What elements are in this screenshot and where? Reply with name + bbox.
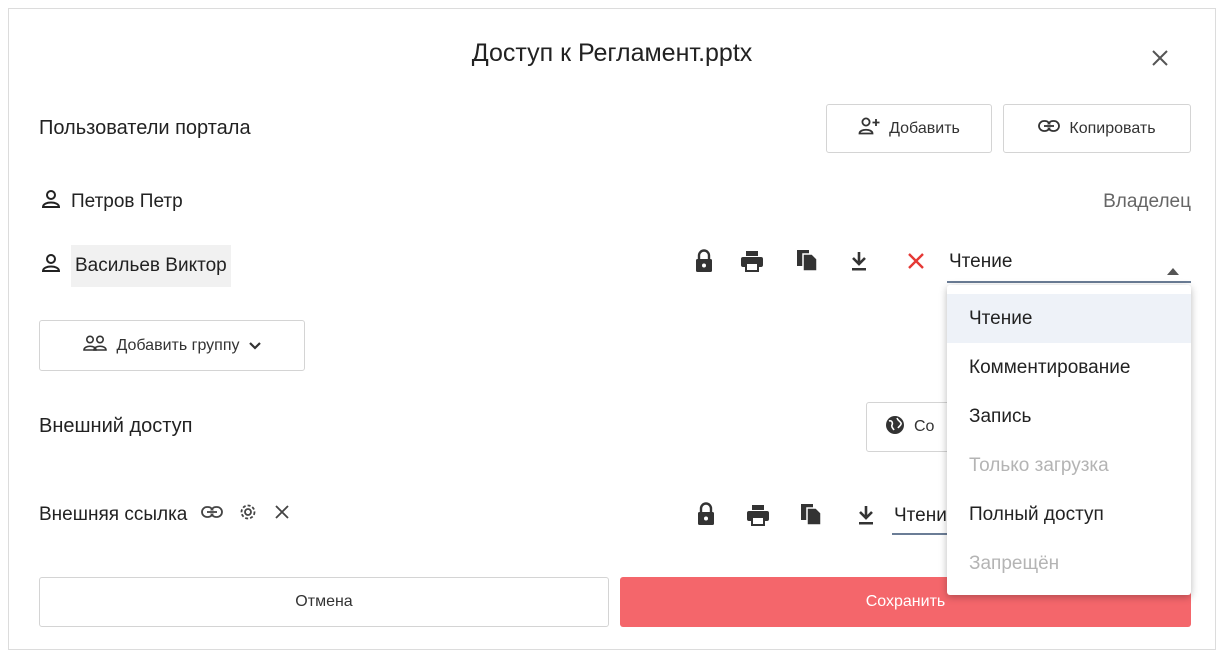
- group-icon: [83, 335, 108, 356]
- add-user-icon: [858, 117, 880, 140]
- add-user-label: Добавить: [889, 119, 960, 137]
- dropdown-option-read[interactable]: Чтение: [947, 294, 1191, 343]
- remove-user-icon[interactable]: [904, 249, 928, 273]
- owner-role: Владелец: [1103, 191, 1191, 212]
- add-group-button[interactable]: Добавить группу: [39, 320, 305, 371]
- copy-icon[interactable]: [799, 501, 823, 526]
- caret-up-icon: [1167, 259, 1179, 281]
- portal-users-heading: Пользователи портала: [39, 117, 251, 139]
- copy-link-label: Копировать: [1069, 119, 1156, 137]
- access-dropdown-menu: Чтение Комментирование Запись Только заг…: [947, 285, 1191, 595]
- copy-icon[interactable]: [795, 247, 819, 272]
- dropdown-option-comment[interactable]: Комментирование: [947, 343, 1191, 392]
- lock-icon[interactable]: [692, 249, 716, 273]
- add-group-label: Добавить группу: [116, 336, 240, 354]
- user-row-viewer: Васильев Виктор: [41, 245, 231, 287]
- lock-icon[interactable]: [694, 502, 718, 526]
- link-icon: [1038, 119, 1061, 138]
- print-icon[interactable]: [740, 249, 764, 273]
- close-icon[interactable]: [1145, 43, 1175, 73]
- create-link-label: Со: [914, 418, 935, 435]
- close-icon[interactable]: [273, 503, 291, 526]
- cancel-button[interactable]: Отмена: [39, 577, 609, 627]
- user-name: Петров Петр: [71, 191, 183, 212]
- access-select[interactable]: Чтение: [947, 243, 1191, 283]
- external-access-heading: Внешний доступ: [39, 415, 193, 437]
- gear-icon[interactable]: [237, 501, 259, 528]
- user-icon: [41, 189, 61, 215]
- chevron-down-icon: [248, 337, 261, 355]
- share-dialog: Доступ к Регламент.pptx Пользователи пор…: [8, 8, 1216, 650]
- external-access-value: Чтени: [894, 505, 947, 526]
- download-icon[interactable]: [847, 249, 871, 273]
- user-row-owner: Петров Петр: [41, 189, 183, 215]
- copy-link-button[interactable]: Копировать: [1003, 104, 1191, 153]
- dropdown-option-denied: Запрещён: [969, 553, 1060, 574]
- access-select-value: Чтение: [949, 251, 1013, 272]
- external-access-select[interactable]: Чтени: [892, 499, 952, 535]
- user-name: Васильев Виктор: [71, 245, 231, 287]
- download-icon[interactable]: [854, 503, 878, 527]
- link-icon[interactable]: [201, 505, 224, 524]
- user-icon: [41, 253, 61, 279]
- dropdown-option-full-access[interactable]: Полный доступ: [947, 490, 1191, 539]
- external-link-row: Внешняя ссылка: [39, 501, 291, 528]
- add-user-button[interactable]: Добавить: [826, 104, 992, 153]
- print-icon[interactable]: [746, 503, 770, 527]
- dialog-title: Доступ к Регламент.pptx: [471, 39, 753, 67]
- dropdown-option-write[interactable]: Запись: [947, 392, 1191, 441]
- globe-icon: [885, 415, 905, 440]
- external-link-label: Внешняя ссылка: [39, 503, 188, 525]
- dropdown-option-upload-only: Только загрузка: [969, 455, 1109, 476]
